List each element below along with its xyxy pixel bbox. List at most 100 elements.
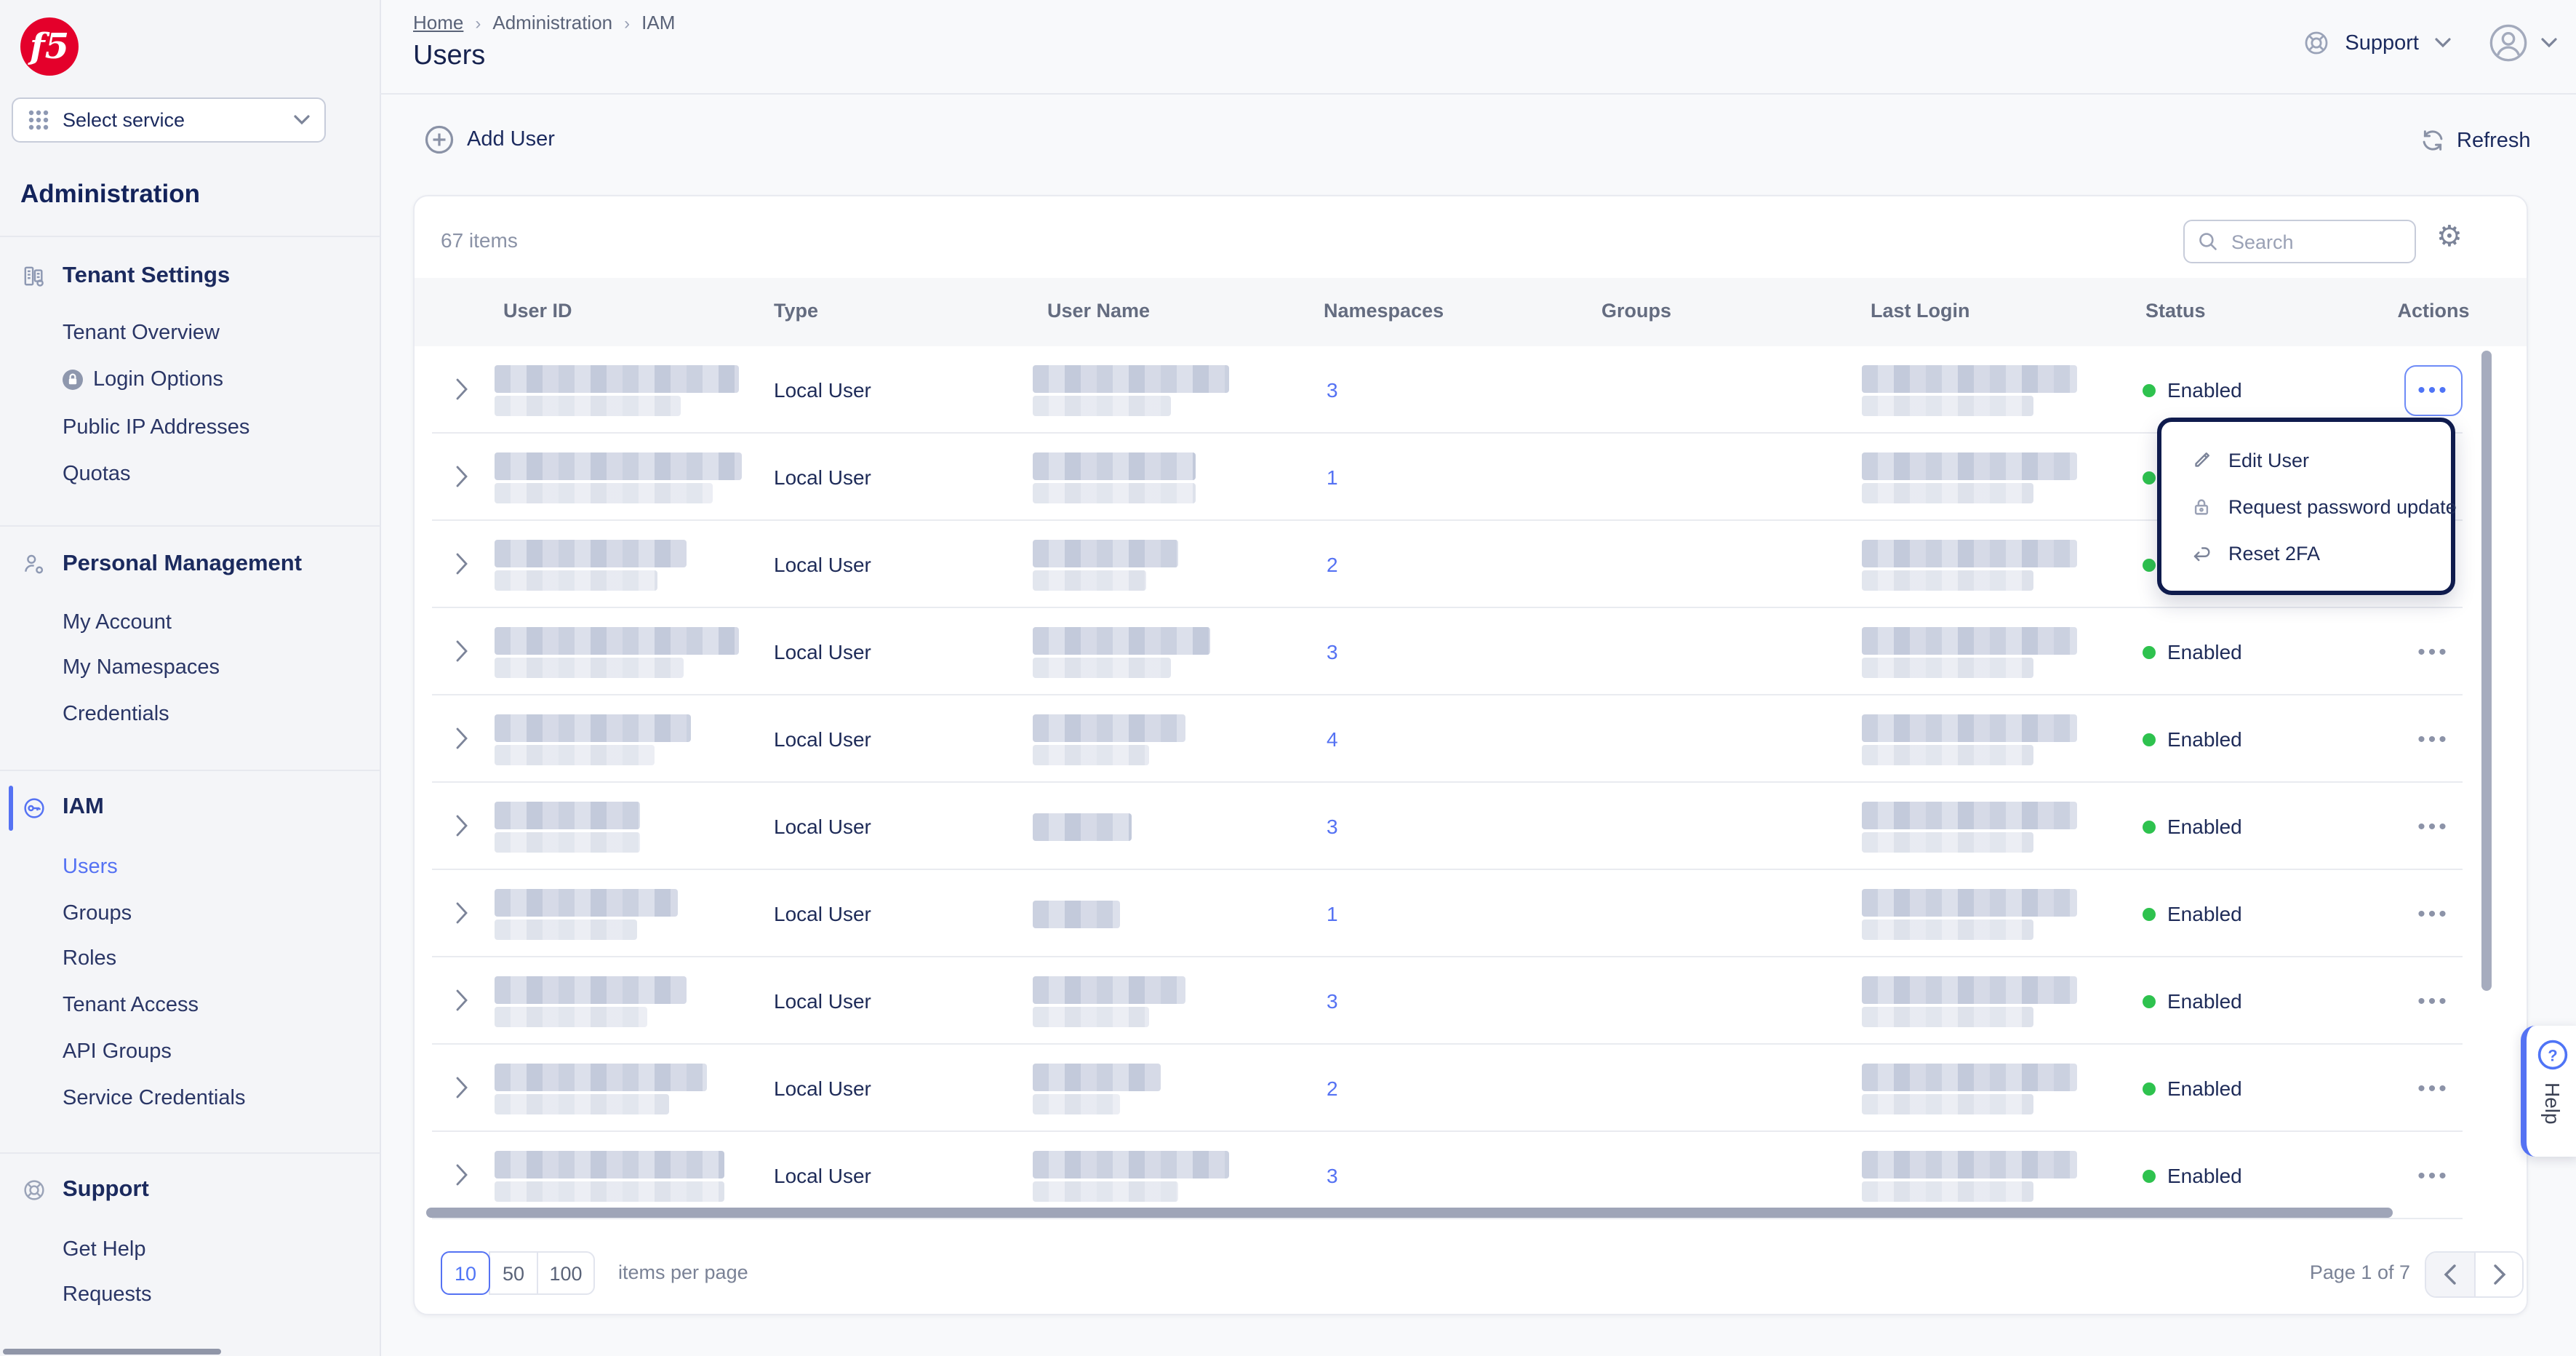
row-expand-chevron[interactable] xyxy=(455,553,468,575)
namespaces-count-link[interactable]: 2 xyxy=(1327,553,1338,576)
table-row: Local User 1 Enabled ••• xyxy=(415,870,2527,957)
items-per-page-label: items per page xyxy=(618,1261,748,1283)
user-type: Local User xyxy=(774,434,871,521)
namespaces-count-link[interactable]: 3 xyxy=(1327,640,1338,663)
redacted-last-login xyxy=(1862,539,2077,590)
table-header: User ID Type User Name Namespaces Groups… xyxy=(415,278,2527,346)
row-expand-chevron[interactable] xyxy=(455,1164,468,1186)
sidebar-item-quotas[interactable]: Quotas xyxy=(0,457,380,492)
page-size-50[interactable]: 50 xyxy=(489,1251,538,1295)
status-label: Enabled xyxy=(2167,1164,2242,1187)
page-size-10[interactable]: 10 xyxy=(441,1251,490,1295)
namespaces-count-link[interactable]: 3 xyxy=(1327,1164,1338,1187)
status-dot xyxy=(2143,645,2156,658)
sidebar-item-tenant-overview[interactable]: Tenant Overview xyxy=(0,316,380,351)
sidebar-item-users[interactable]: Users xyxy=(0,850,380,885)
next-page-button[interactable] xyxy=(2474,1253,2522,1296)
sidebar-item-get-help[interactable]: Get Help xyxy=(0,1232,380,1267)
row-actions-button[interactable]: ••• xyxy=(2406,632,2461,671)
redacted-last-login xyxy=(1862,1150,2077,1201)
row-expand-chevron[interactable] xyxy=(455,640,468,662)
row-actions-button[interactable]: ••• xyxy=(2406,1069,2461,1108)
vertical-scrollbar-thumb[interactable] xyxy=(2481,351,2492,991)
row-actions-button[interactable]: ••• xyxy=(2404,364,2463,415)
sidebar-item-credentials[interactable]: Credentials xyxy=(0,697,380,732)
menu-item-request-password-update[interactable]: Request password update xyxy=(2161,483,2451,530)
search-input[interactable] xyxy=(2228,229,2401,254)
person-gear-icon xyxy=(23,553,45,576)
app: f5 Select service Administration Te xyxy=(0,0,2576,1356)
redacted-last-login xyxy=(1862,364,2077,415)
row-actions-button[interactable]: ••• xyxy=(2406,807,2461,846)
add-user-button[interactable]: Add User xyxy=(425,125,555,154)
divider xyxy=(380,93,2576,95)
menu-item-reset-2fa[interactable]: Reset 2FA xyxy=(2161,530,2451,576)
row-expand-chevron[interactable] xyxy=(455,1077,468,1098)
pencil-icon xyxy=(2191,449,2212,471)
sidebar-section-support[interactable]: Support xyxy=(0,1173,380,1208)
row-expand-chevron[interactable] xyxy=(455,815,468,837)
namespaces-count-link[interactable]: 4 xyxy=(1327,727,1338,751)
horizontal-scrollbar-thumb[interactable] xyxy=(3,1349,221,1355)
namespaces-count-link[interactable]: 1 xyxy=(1327,466,1338,489)
horizontal-scrollbar-thumb[interactable] xyxy=(426,1208,2393,1218)
table-settings-gear-icon[interactable]: ⚙ xyxy=(2436,223,2463,252)
lock-badge-icon xyxy=(63,370,83,390)
sidebar-item-requests[interactable]: Requests xyxy=(0,1277,380,1312)
redacted-user-name xyxy=(1033,539,1178,590)
redacted-user-name xyxy=(1033,364,1229,415)
prev-page-button[interactable] xyxy=(2426,1253,2474,1296)
row-expand-chevron[interactable] xyxy=(455,378,468,400)
sidebar-section-tenant-settings[interactable]: Tenant Settings xyxy=(0,259,380,294)
row-expand-chevron[interactable] xyxy=(455,902,468,924)
sidebar: f5 Select service Administration Te xyxy=(0,0,381,1356)
sidebar-item-login-options[interactable]: Login Options xyxy=(0,362,380,397)
row-expand-chevron[interactable] xyxy=(455,727,468,749)
row-actions-button[interactable]: ••• xyxy=(2406,1156,2461,1195)
breadcrumb-home[interactable]: Home xyxy=(413,12,463,33)
sidebar-item-my-namespaces[interactable]: My Namespaces xyxy=(0,650,380,685)
namespaces-count-link[interactable]: 3 xyxy=(1327,815,1338,838)
status-label: Enabled xyxy=(2167,727,2242,751)
sidebar-title: Administration xyxy=(20,176,200,211)
sidebar-item-groups[interactable]: Groups xyxy=(0,896,380,931)
table-row: Local User 4 Enabled ••• xyxy=(415,695,2527,783)
namespaces-count-link[interactable]: 1 xyxy=(1327,902,1338,925)
menu-item-edit-user[interactable]: Edit User xyxy=(2161,436,2451,483)
sidebar-item-api-groups[interactable]: API Groups xyxy=(0,1034,380,1069)
sidebar-section-iam[interactable]: IAM xyxy=(0,790,380,825)
service-selector[interactable]: Select service xyxy=(12,97,326,143)
chevron-down-icon[interactable] xyxy=(2541,38,2557,48)
help-tab[interactable]: ? Help xyxy=(2521,1026,2576,1157)
avatar[interactable] xyxy=(2489,23,2528,63)
status-dot xyxy=(2143,1082,2156,1095)
status-label: Enabled xyxy=(2167,1077,2242,1100)
question-circle-icon: ? xyxy=(2537,1039,2569,1071)
row-expand-chevron[interactable] xyxy=(455,466,468,487)
help-label: Help xyxy=(2541,1082,2564,1125)
search-box xyxy=(2183,220,2416,263)
page-size-100[interactable]: 100 xyxy=(537,1251,595,1295)
chevron-down-icon[interactable] xyxy=(2435,38,2451,48)
sidebar-item-my-account[interactable]: My Account xyxy=(0,605,380,640)
divider xyxy=(0,236,380,237)
namespaces-count-link[interactable]: 3 xyxy=(1327,378,1338,402)
refresh-button[interactable]: Refresh xyxy=(2420,128,2531,153)
section-label: Personal Management xyxy=(63,551,302,578)
namespaces-count-link[interactable]: 3 xyxy=(1327,989,1338,1013)
status-dot xyxy=(2143,994,2156,1008)
row-actions-button[interactable]: ••• xyxy=(2406,719,2461,759)
sidebar-section-personal-management[interactable]: Personal Management xyxy=(0,547,380,582)
sidebar-item-service-credentials[interactable]: Service Credentials xyxy=(0,1081,380,1116)
row-actions-button[interactable]: ••• xyxy=(2406,981,2461,1021)
namespaces-count-link[interactable]: 2 xyxy=(1327,1077,1338,1100)
col-user-name: User Name xyxy=(1047,300,1150,322)
support-menu[interactable]: Support xyxy=(2345,31,2419,55)
sidebar-item-roles[interactable]: Roles xyxy=(0,941,380,976)
row-expand-chevron[interactable] xyxy=(455,989,468,1011)
sidebar-item-tenant-access[interactable]: Tenant Access xyxy=(0,988,380,1023)
user-type: Local User xyxy=(774,1132,871,1219)
page-info: Page 1 of 7 xyxy=(2236,1261,2410,1283)
sidebar-item-public-ip-addresses[interactable]: Public IP Addresses xyxy=(0,410,380,445)
row-actions-button[interactable]: ••• xyxy=(2406,894,2461,933)
